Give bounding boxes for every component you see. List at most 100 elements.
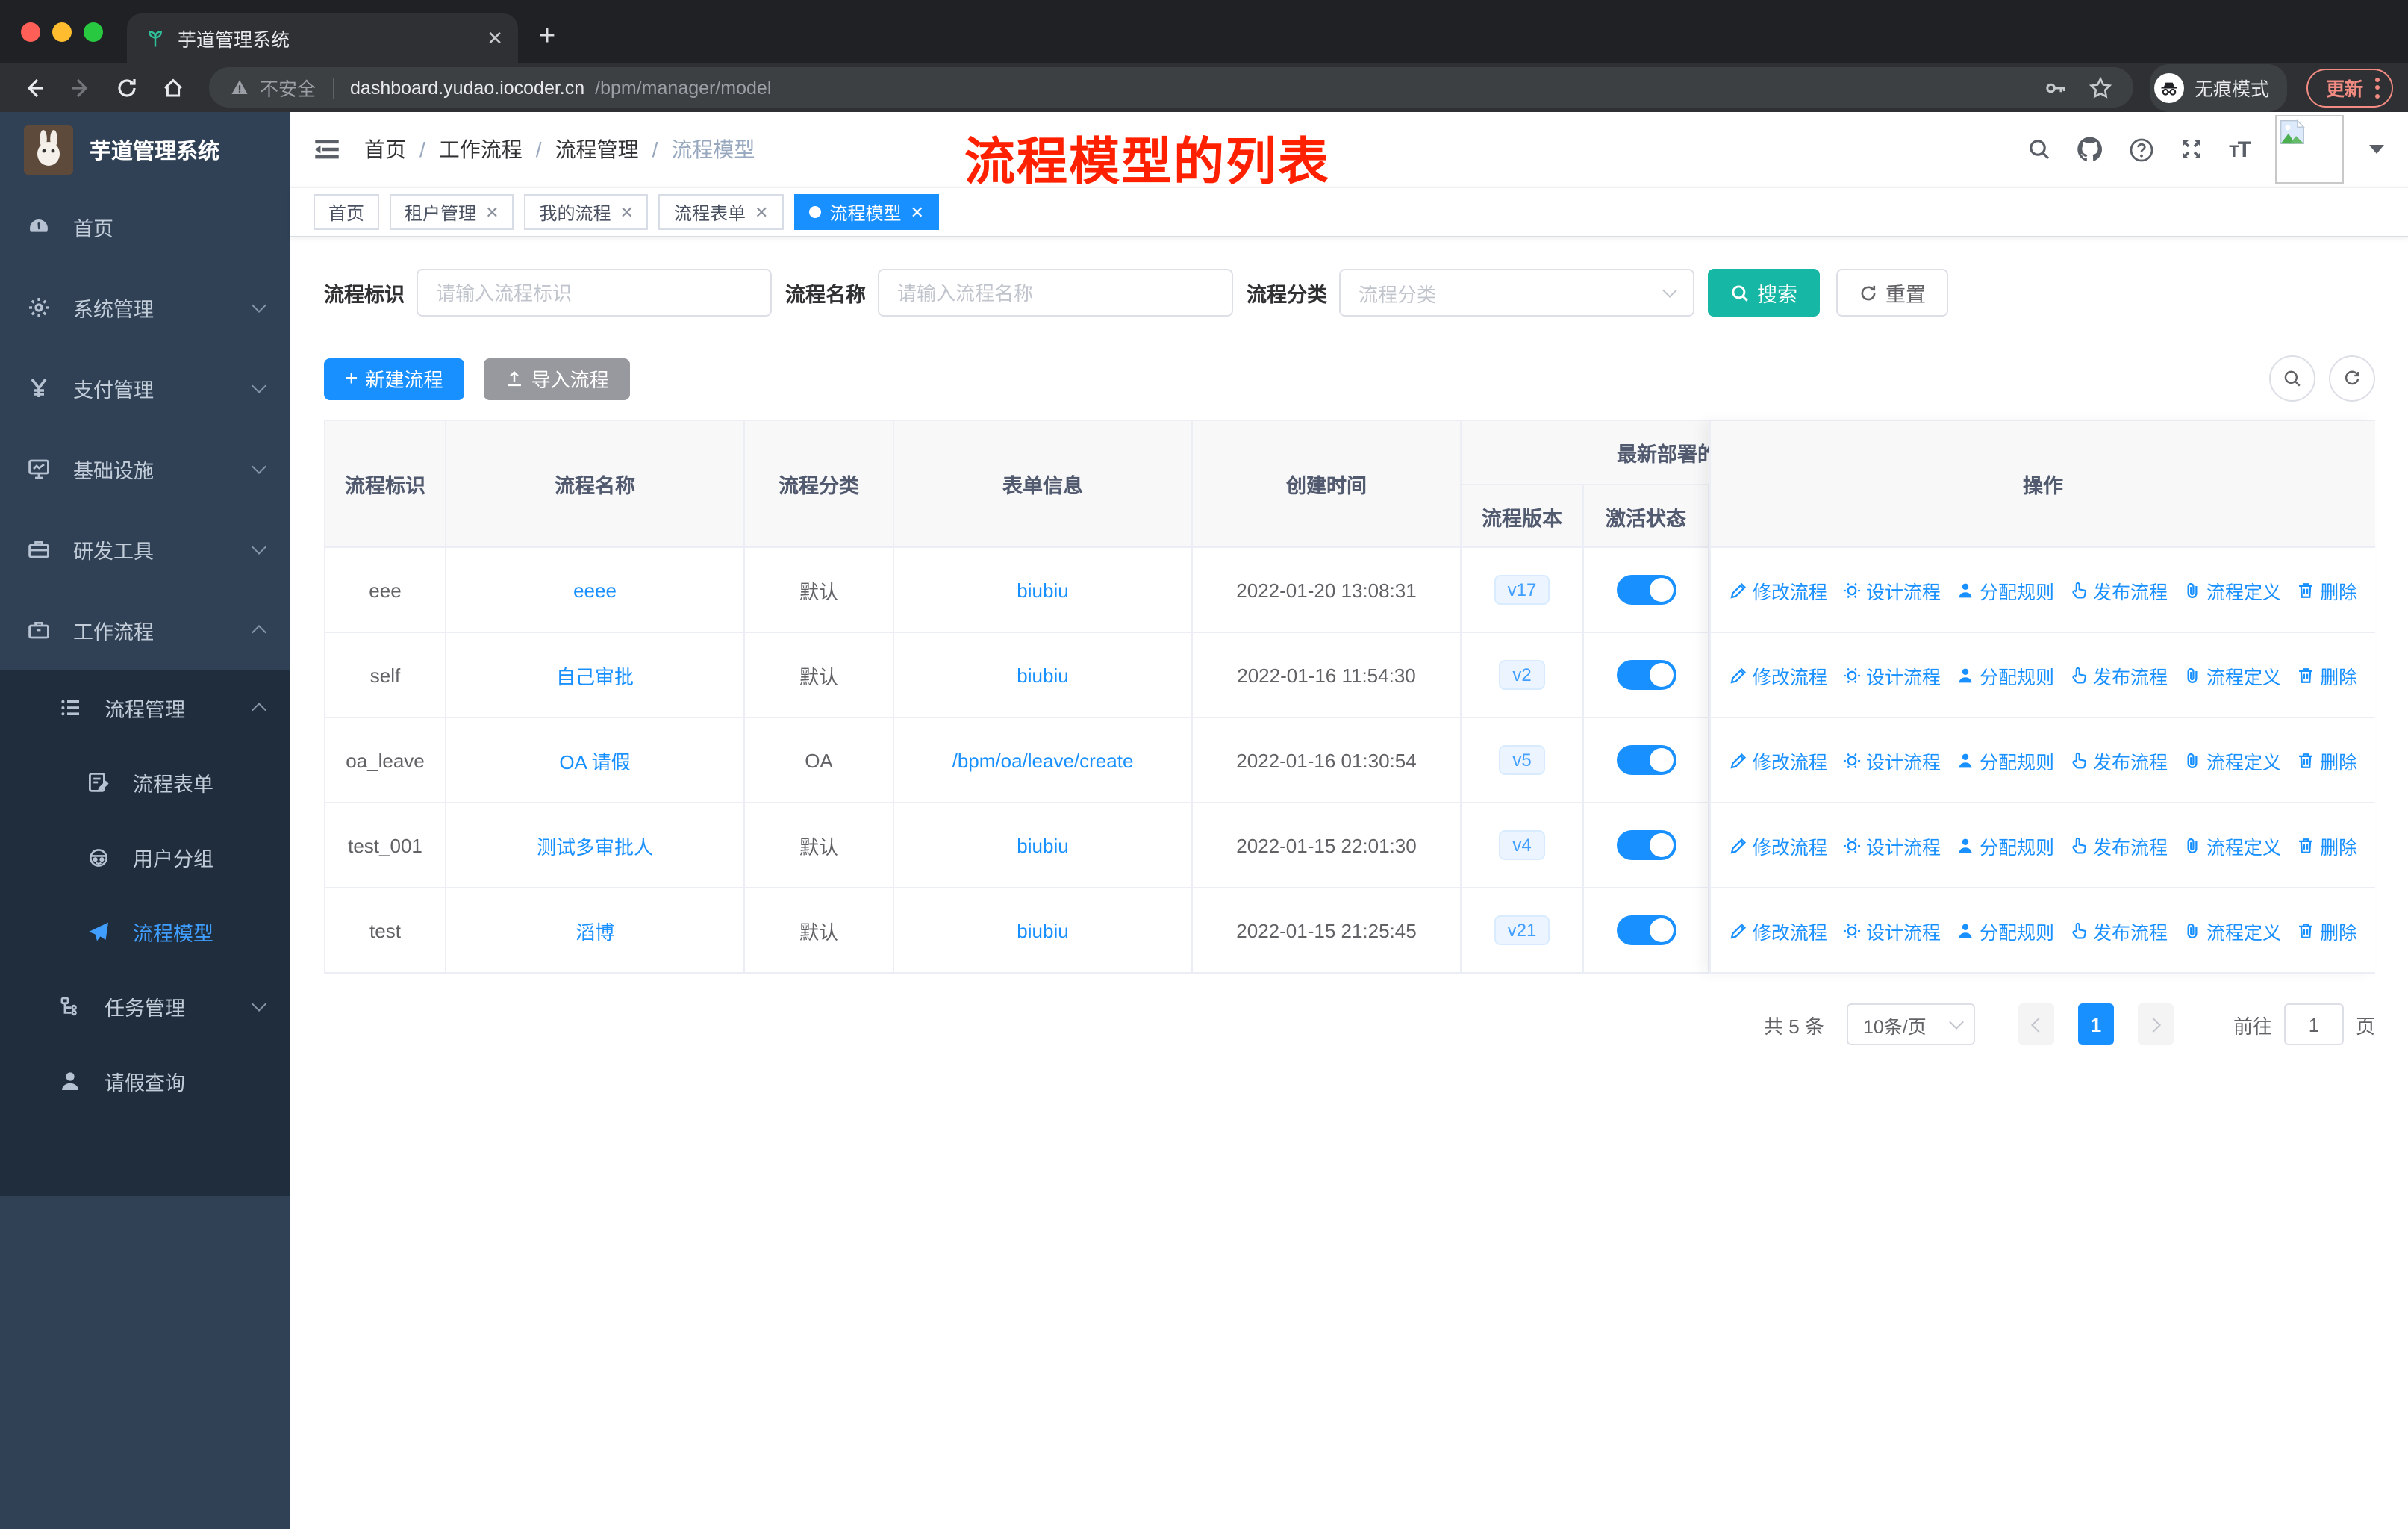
forward-button[interactable] xyxy=(61,68,100,107)
action-process-definition[interactable]: 流程定义 xyxy=(2183,576,2281,604)
breadcrumb-workflow[interactable]: 工作流程 xyxy=(439,134,523,164)
github-icon[interactable] xyxy=(2077,136,2103,163)
close-icon[interactable]: ✕ xyxy=(485,202,499,222)
minimize-window-button[interactable] xyxy=(52,22,72,42)
sidebar-item-process-model[interactable]: 流程模型 xyxy=(0,894,290,969)
action-publish-process[interactable]: 发布流程 xyxy=(2069,916,2168,944)
process-name-link[interactable]: eeee xyxy=(573,579,617,601)
browser-menu-icon[interactable] xyxy=(2375,77,2380,98)
action-process-definition[interactable]: 流程定义 xyxy=(2183,746,2281,774)
browser-tab[interactable]: 芋道管理系统 ✕ xyxy=(127,13,518,63)
sidebar-item-process-form[interactable]: 流程表单 xyxy=(0,745,290,820)
action-publish-process[interactable]: 发布流程 xyxy=(2069,576,2168,604)
close-window-button[interactable] xyxy=(21,22,40,42)
password-key-icon[interactable] xyxy=(2044,75,2068,99)
sidebar-item-task-mgmt[interactable]: 任务管理 xyxy=(0,969,290,1044)
toggle-search-button[interactable] xyxy=(2269,355,2315,402)
form-link[interactable]: biubiu xyxy=(1017,579,1068,601)
tag-home[interactable]: 首页 xyxy=(314,194,380,230)
reset-button[interactable]: 重置 xyxy=(1836,269,1948,317)
action-design-process[interactable]: 设计流程 xyxy=(1842,831,1941,859)
avatar[interactable] xyxy=(2275,115,2344,184)
tab-close-icon[interactable]: ✕ xyxy=(487,26,503,50)
active-toggle[interactable] xyxy=(1616,575,1676,605)
action-design-process[interactable]: 设计流程 xyxy=(1842,746,1941,774)
search-icon[interactable] xyxy=(2027,137,2051,161)
action-design-process[interactable]: 设计流程 xyxy=(1842,661,1941,689)
form-link[interactable]: biubiu xyxy=(1017,664,1068,686)
action-publish-process[interactable]: 发布流程 xyxy=(2069,661,2168,689)
action-delete[interactable]: 删除 xyxy=(2296,661,2357,689)
sidebar-item-user-group[interactable]: 用户分组 xyxy=(0,820,290,894)
action-process-definition[interactable]: 流程定义 xyxy=(2183,661,2281,689)
process-name-link[interactable]: 测试多审批人 xyxy=(537,831,653,859)
sidebar-item-process-mgmt[interactable]: 流程管理 xyxy=(0,670,290,745)
action-delete[interactable]: 删除 xyxy=(2296,916,2357,944)
action-design-process[interactable]: 设计流程 xyxy=(1842,916,1941,944)
prev-page-button[interactable] xyxy=(2018,1003,2054,1045)
active-toggle[interactable] xyxy=(1616,915,1676,945)
address-bar[interactable]: 不安全 dashboard.yudao.iocoder.cn/bpm/manag… xyxy=(209,67,2133,108)
action-edit-process[interactable]: 修改流程 xyxy=(1729,576,1827,604)
next-page-button[interactable] xyxy=(2137,1003,2174,1045)
create-process-button[interactable]: + 新建流程 xyxy=(324,358,464,399)
action-publish-process[interactable]: 发布流程 xyxy=(2069,831,2168,859)
action-delete[interactable]: 删除 xyxy=(2296,831,2357,859)
active-toggle[interactable] xyxy=(1616,745,1676,775)
process-name-link[interactable]: 自己审批 xyxy=(556,661,634,689)
font-size-icon[interactable]: TT xyxy=(2229,137,2251,162)
action-assign-rule[interactable]: 分配规则 xyxy=(1956,746,2054,774)
form-link[interactable]: /bpm/oa/leave/create xyxy=(952,749,1134,771)
search-button[interactable]: 搜索 xyxy=(1708,269,1820,317)
tag-tenant[interactable]: 租户管理 ✕ xyxy=(390,194,514,230)
process-name-link[interactable]: 滔博 xyxy=(576,916,614,944)
action-publish-process[interactable]: 发布流程 xyxy=(2069,746,2168,774)
sidebar-item-home[interactable]: 首页 xyxy=(0,187,290,267)
action-assign-rule[interactable]: 分配规则 xyxy=(1956,576,2054,604)
goto-page-input[interactable] xyxy=(2283,1003,2344,1045)
form-link[interactable]: biubiu xyxy=(1017,834,1068,856)
reload-button[interactable] xyxy=(107,68,146,107)
tag-process-form[interactable]: 流程表单 ✕ xyxy=(658,194,784,230)
action-edit-process[interactable]: 修改流程 xyxy=(1729,746,1827,774)
sidebar-item-infra[interactable]: 基础设施 xyxy=(0,429,290,509)
action-edit-process[interactable]: 修改流程 xyxy=(1729,831,1827,859)
action-delete[interactable]: 删除 xyxy=(2296,746,2357,774)
action-edit-process[interactable]: 修改流程 xyxy=(1729,916,1827,944)
action-assign-rule[interactable]: 分配规则 xyxy=(1956,916,2054,944)
action-assign-rule[interactable]: 分配规则 xyxy=(1956,661,2054,689)
action-process-definition[interactable]: 流程定义 xyxy=(2183,831,2281,859)
active-toggle[interactable] xyxy=(1616,830,1676,860)
action-assign-rule[interactable]: 分配规则 xyxy=(1956,831,2054,859)
import-process-button[interactable]: 导入流程 xyxy=(483,358,630,399)
close-icon[interactable]: ✕ xyxy=(620,202,634,222)
help-icon[interactable] xyxy=(2129,137,2154,162)
sidebar-item-payment[interactable]: 支付管理 xyxy=(0,348,290,429)
new-tab-button[interactable]: + xyxy=(539,21,555,54)
zoom-window-button[interactable] xyxy=(84,22,103,42)
process-name-link[interactable]: OA 请假 xyxy=(559,746,630,774)
page-size-select[interactable]: 10条/页 xyxy=(1846,1003,1975,1045)
filter-category-select[interactable]: 流程分类 xyxy=(1339,269,1694,317)
sidebar-item-system[interactable]: 系统管理 xyxy=(0,267,290,348)
refresh-table-button[interactable] xyxy=(2329,355,2375,402)
avatar-caret-icon[interactable] xyxy=(2369,145,2384,154)
page-number-current[interactable]: 1 xyxy=(2077,1003,2114,1045)
close-icon[interactable]: ✕ xyxy=(755,202,768,222)
close-icon[interactable]: ✕ xyxy=(910,202,923,222)
breadcrumb-process-mgmt[interactable]: 流程管理 xyxy=(555,134,639,164)
action-design-process[interactable]: 设计流程 xyxy=(1842,576,1941,604)
action-process-definition[interactable]: 流程定义 xyxy=(2183,916,2281,944)
active-toggle[interactable] xyxy=(1616,660,1676,690)
sidebar-logo-row[interactable]: 芋道管理系统 xyxy=(0,112,290,187)
sidebar-item-devtools[interactable]: 研发工具 xyxy=(0,509,290,590)
sidebar-item-workflow[interactable]: 工作流程 xyxy=(0,590,290,670)
browser-update-button[interactable]: 更新 xyxy=(2306,68,2393,107)
bookmark-star-icon[interactable] xyxy=(2089,75,2112,99)
filter-name-input[interactable] xyxy=(878,269,1233,317)
breadcrumb-home[interactable]: 首页 xyxy=(364,134,406,164)
security-label[interactable]: 不安全 xyxy=(260,73,316,102)
action-edit-process[interactable]: 修改流程 xyxy=(1729,661,1827,689)
tag-my-process[interactable]: 我的流程 ✕ xyxy=(524,194,649,230)
home-button[interactable] xyxy=(154,68,193,107)
